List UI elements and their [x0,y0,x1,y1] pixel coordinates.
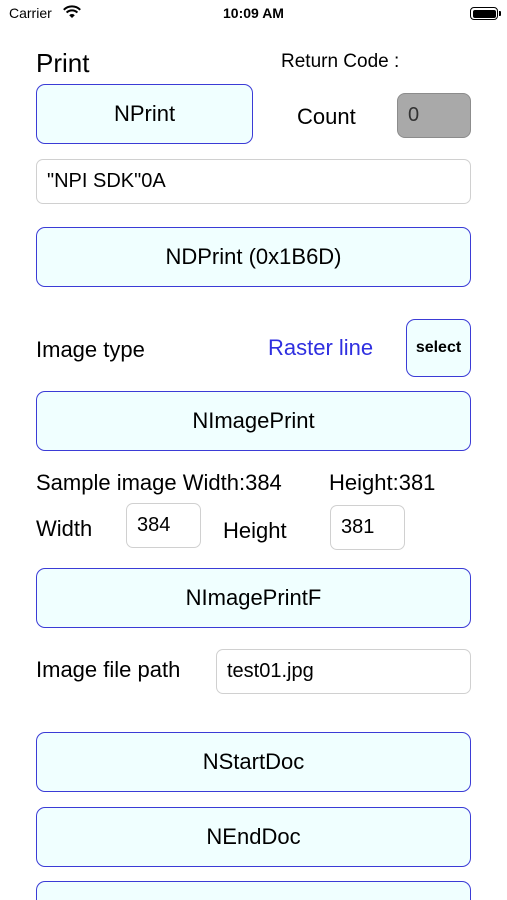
ndprint-button-label: NDPrint (0x1B6D) [165,244,342,269]
width-value: 384 [137,514,171,536]
print-text-value: "NPI SDK"0A [47,170,166,192]
sample-width-label: Sample image Width:384 [36,470,282,495]
count-field: 0 [397,93,471,138]
ndprint-button[interactable]: NDPrint (0x1B6D) [36,227,471,287]
width-label: Width [36,516,93,541]
sample-height-label: Height:381 [329,470,436,495]
return-code-label: Return Code : [281,51,400,72]
width-input[interactable]: 384 [126,503,201,548]
nenddoc-button[interactable]: NEndDoc [36,807,471,867]
file-path-input[interactable]: test01.jpg [216,649,471,694]
height-value: 381 [341,516,375,538]
nstartdoc-button[interactable]: NStartDoc [36,732,471,792]
print-text-input[interactable]: "NPI SDK"0A [36,159,471,204]
nprint-button[interactable]: NPrint [36,84,253,144]
nstartdoc-button-label: NStartDoc [202,749,305,774]
height-input[interactable]: 381 [330,505,405,550]
nimageprintf-button-label: NImagePrintF [185,585,322,610]
select-button-label: select [415,339,462,356]
height-label: Height [223,518,287,543]
nimageprint-button[interactable]: NImagePrint [36,391,471,451]
battery-icon [470,7,501,20]
print-title: Print [36,48,90,78]
image-type-value-link[interactable]: Raster line [268,335,373,361]
nenddoc-button-label: NEndDoc [206,824,301,849]
nimageprintf-button[interactable]: NImagePrintF [36,568,471,628]
partial-next-button[interactable] [36,881,471,900]
status-bar: Carrier 10:09 AM [0,0,507,28]
nprint-button-label: NPrint [113,101,176,126]
file-path-label: Image file path [36,657,181,682]
select-button[interactable]: select [406,319,471,377]
clock-time: 10:09 AM [223,5,284,21]
nimageprint-button-label: NImagePrint [192,408,315,433]
file-path-value: test01.jpg [227,660,314,682]
image-type-label: Image type [36,337,145,362]
count-label: Count [297,104,356,129]
count-value: 0 [408,104,420,126]
